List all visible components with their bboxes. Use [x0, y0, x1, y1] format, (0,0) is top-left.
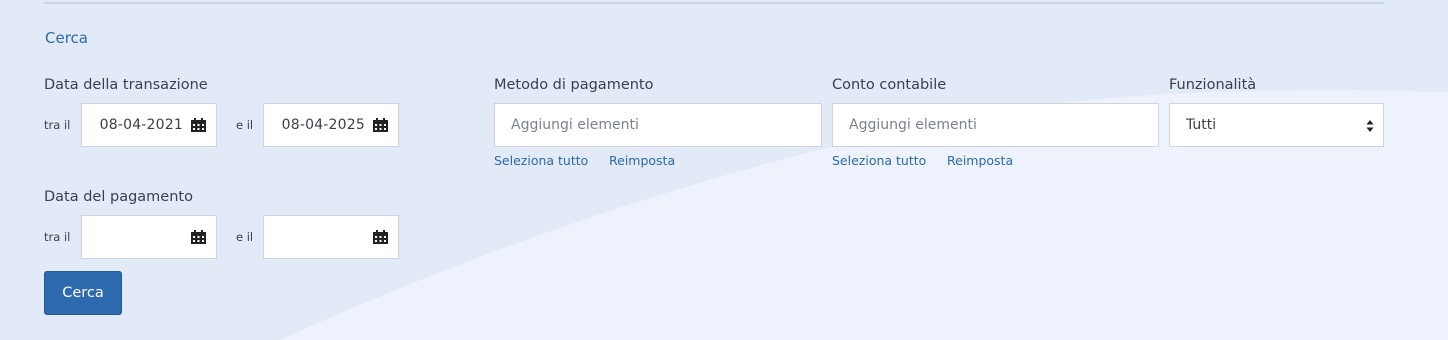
transaction-date-from-input[interactable]: 08-04-2021: [81, 103, 217, 147]
payment-date-from-input[interactable]: [81, 215, 217, 259]
calendar-icon[interactable]: [191, 230, 206, 244]
transaction-date-to-input[interactable]: 08-04-2025: [263, 103, 399, 147]
select-arrows-icon: [1366, 120, 1374, 132]
payment-date-label: Data del pagamento: [44, 189, 193, 205]
ledger-account-select-all-link[interactable]: Seleziona tutto: [832, 153, 926, 168]
payment-method-input[interactable]: Aggiungi elementi: [494, 103, 822, 147]
transaction-date-to-label: e il: [236, 118, 254, 132]
payment-method-select-all-link[interactable]: Seleziona tutto: [494, 153, 588, 168]
transaction-date-label: Data della transazione: [44, 77, 208, 93]
transaction-date-from-label: tra il: [44, 118, 71, 132]
calendar-icon[interactable]: [191, 118, 206, 132]
functionality-label: Funzionalità: [1169, 77, 1257, 93]
ledger-account-label: Conto contabile: [832, 77, 947, 93]
search-section-title: Cerca: [45, 29, 88, 47]
calendar-icon[interactable]: [373, 230, 388, 244]
payment-method-label: Metodo di pagamento: [494, 77, 654, 93]
functionality-selected-value: Tutti: [1186, 117, 1217, 133]
calendar-icon[interactable]: [373, 118, 388, 132]
ledger-account-input[interactable]: Aggiungi elementi: [832, 103, 1159, 147]
payment-date-to-label: e il: [236, 230, 254, 244]
payment-method-reset-link[interactable]: Reimposta: [609, 153, 675, 168]
search-panel: Cerca Data della transazione tra il 08-0…: [0, 0, 1448, 340]
payment-date-to-input[interactable]: [263, 215, 399, 259]
ledger-account-reset-link[interactable]: Reimposta: [947, 153, 1013, 168]
transaction-date-to-value: 08-04-2025: [281, 117, 365, 133]
transaction-date-from-value: 08-04-2021: [99, 117, 183, 133]
search-button[interactable]: Cerca: [44, 271, 122, 315]
payment-date-from-label: tra il: [44, 230, 71, 244]
functionality-select[interactable]: Tutti: [1169, 103, 1384, 147]
